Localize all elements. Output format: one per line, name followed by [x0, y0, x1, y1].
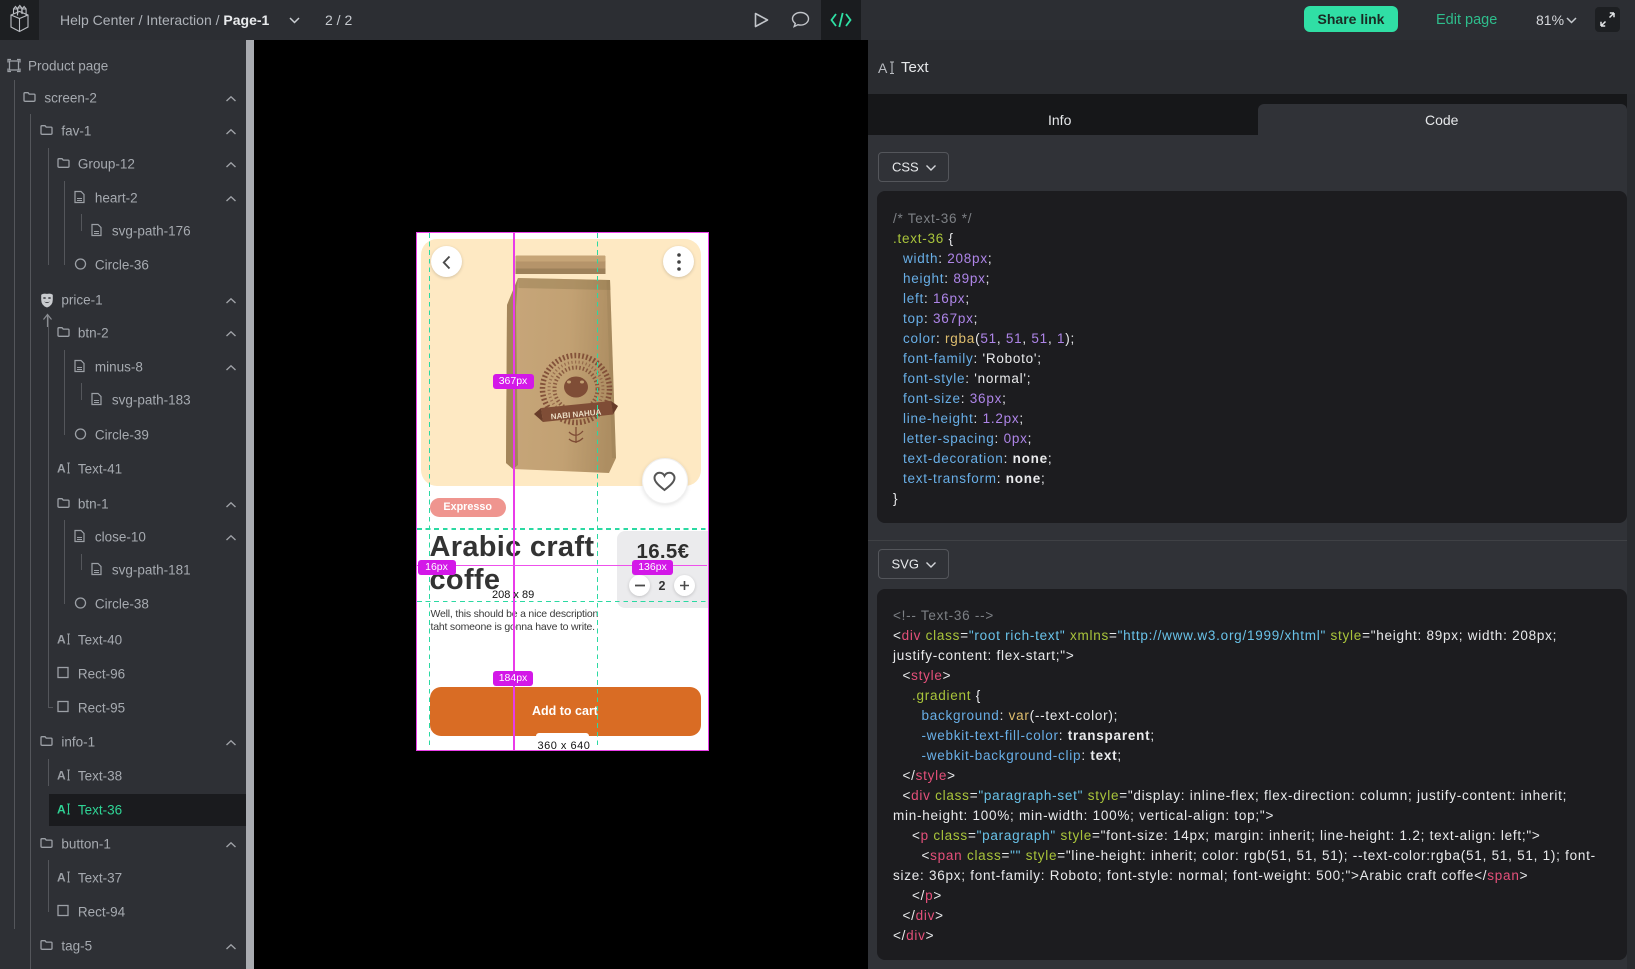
svg-text:A: A — [57, 803, 66, 816]
svg-text:A: A — [57, 632, 66, 645]
svg-text:A: A — [57, 870, 66, 883]
svg-text:A: A — [57, 462, 66, 475]
svg-text:A: A — [878, 60, 888, 75]
svg-text:A: A — [57, 768, 66, 781]
